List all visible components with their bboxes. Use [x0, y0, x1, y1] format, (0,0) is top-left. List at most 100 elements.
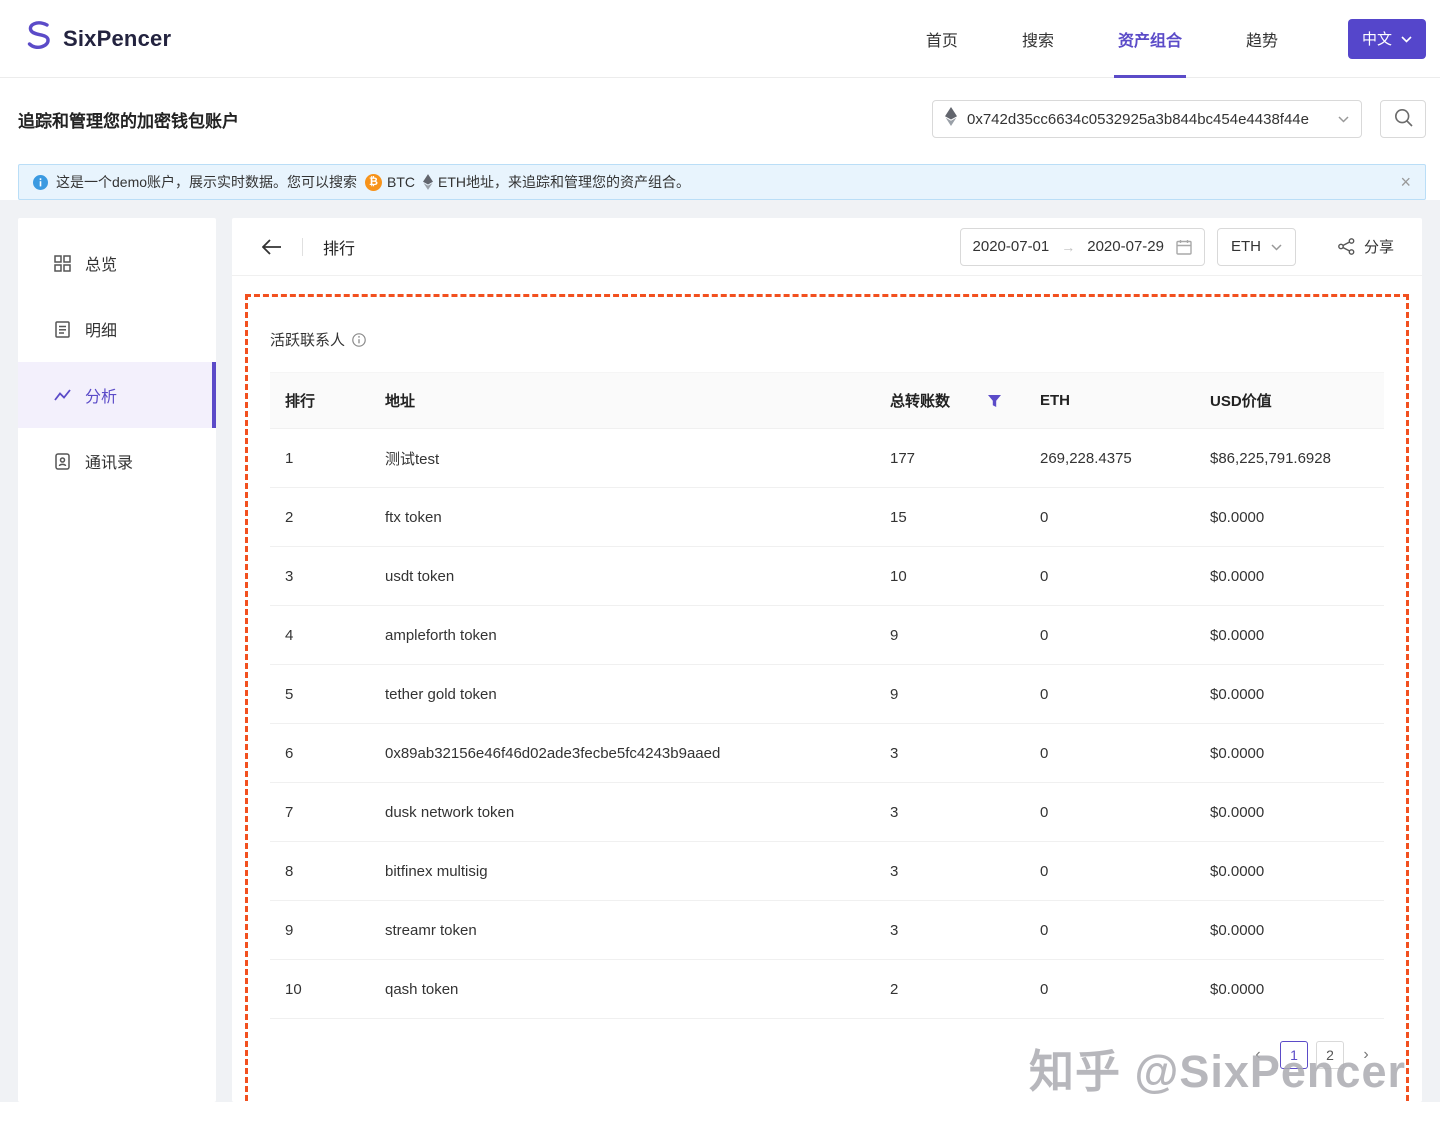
- demo-banner: 这是一个demo账户，展示实时数据。您可以搜索 ₿ BTC ETH地址，来追踪和…: [18, 164, 1426, 200]
- table-cell: 3: [875, 723, 1025, 783]
- header-eth: ETH: [1025, 372, 1195, 429]
- search-button[interactable]: [1380, 100, 1426, 138]
- pagination-page-1[interactable]: 1: [1280, 1041, 1308, 1069]
- info-icon: [33, 174, 48, 190]
- top-navbar: SixPencer 首页 搜索 资产组合 趋势 中文: [0, 0, 1440, 78]
- table-row: 2 ftx token 15 0 $0.0000: [270, 487, 1384, 547]
- table-cell: $0.0000: [1195, 664, 1384, 724]
- sidebar-item-overview[interactable]: 总览: [18, 230, 216, 296]
- banner-text: 这是一个demo账户，展示实时数据。您可以搜索: [56, 174, 358, 190]
- pagination-next-button[interactable]: ›: [1352, 1041, 1380, 1069]
- section-title: 活跃联系人: [270, 332, 346, 349]
- page-title: 追踪和管理您的加密钱包账户: [18, 111, 239, 131]
- table-cell: $0.0000: [1195, 487, 1384, 547]
- brand-name: SixPencer: [63, 25, 172, 51]
- table-cell: streamr token: [370, 900, 875, 960]
- sidebar-item-analysis[interactable]: 分析: [18, 362, 216, 428]
- section-title-row: 活跃联系人: [270, 329, 1384, 350]
- table-cell: tether gold token: [370, 664, 875, 724]
- back-button[interactable]: [262, 238, 282, 255]
- table-cell: 10: [875, 546, 1025, 606]
- sidebar-item-label: 通讯录: [85, 455, 134, 472]
- table-cell: ftx token: [370, 487, 875, 547]
- contacts-icon: [54, 452, 71, 470]
- table-cell: $86,225,791.6928: [1195, 428, 1384, 488]
- table-cell: 1: [270, 428, 370, 488]
- table-cell: 10: [270, 959, 370, 1019]
- table-cell: 5: [270, 664, 370, 724]
- table-cell: 0: [1025, 959, 1195, 1019]
- table-cell: 0: [1025, 841, 1195, 901]
- header-rank: 排行: [270, 372, 370, 429]
- table-row: 8 bitfinex multisig 3 0 $0.0000: [270, 841, 1384, 901]
- search-icon: [1394, 108, 1413, 130]
- table-row: 3 usdt token 10 0 $0.0000: [270, 546, 1384, 606]
- btc-icon: ₿: [365, 173, 383, 191]
- contacts-table-body: 1 测试test 177 269,228.4375 $86,225,791.6928 2 f…: [270, 428, 1384, 1019]
- info-circle-icon[interactable]: [352, 332, 366, 347]
- table-cell: 2: [875, 959, 1025, 1019]
- chevron-down-icon: [1338, 110, 1349, 128]
- date-to[interactable]: 2020-07-29: [1087, 238, 1164, 255]
- table-cell: $0.0000: [1195, 546, 1384, 606]
- btc-label: BTC: [387, 174, 416, 190]
- grid-icon: [54, 254, 71, 272]
- divider: [302, 237, 303, 256]
- share-label: 分享: [1363, 239, 1394, 256]
- eth-icon: [945, 107, 957, 131]
- sidebar-item-label: 分析: [85, 389, 118, 406]
- content-card: 排行 2020-07-01 → 2020-07-29 ETH 分享 活跃联系人 …: [232, 218, 1422, 1102]
- share-button[interactable]: 分享: [1338, 236, 1394, 257]
- main-area: 总览 明细 分析 通讯录 排行 2020-07-01 → 2020-07-29 …: [0, 200, 1440, 1102]
- table-cell: 177: [875, 428, 1025, 488]
- close-icon[interactable]: ×: [1400, 173, 1411, 191]
- table-cell: dusk network token: [370, 782, 875, 842]
- wallet-address-select[interactable]: 0x742d35cc6634c0532925a3b844bc454e4438f4…: [932, 100, 1362, 138]
- chevron-down-icon: [1271, 238, 1282, 255]
- table-cell: 7: [270, 782, 370, 842]
- brand-logo[interactable]: SixPencer: [24, 19, 171, 58]
- nav-item-search[interactable]: 搜索: [1022, 0, 1054, 78]
- table-cell: 3: [875, 841, 1025, 901]
- pagination: ‹ 1 2 ›: [270, 1041, 1384, 1069]
- header-transfers: 总转账数: [875, 372, 1025, 429]
- table-row: 1 测试test 177 269,228.4375 $86,225,791.6928: [270, 428, 1384, 488]
- date-from[interactable]: 2020-07-01: [973, 238, 1050, 255]
- header-address: 地址: [370, 372, 875, 429]
- pagination-page-2[interactable]: 2: [1316, 1041, 1344, 1069]
- table-cell: 6: [270, 723, 370, 783]
- nav-item-trends[interactable]: 趋势: [1246, 0, 1278, 78]
- sidebar-item-contacts[interactable]: 通讯录: [18, 428, 216, 494]
- table-cell: 269,228.4375: [1025, 428, 1195, 488]
- table-cell: 3: [270, 546, 370, 606]
- filter-icon[interactable]: [988, 394, 1001, 407]
- table-cell: 0: [1025, 546, 1195, 606]
- currency-select[interactable]: ETH: [1216, 227, 1296, 266]
- sidebar: 总览 明细 分析 通讯录: [18, 218, 216, 1102]
- table-cell: 8: [270, 841, 370, 901]
- line-chart-icon: [54, 387, 71, 404]
- eth-icon: [423, 174, 434, 190]
- table-cell: 15: [875, 487, 1025, 547]
- date-range-picker[interactable]: 2020-07-01 → 2020-07-29: [959, 227, 1205, 266]
- nav-menu: 首页 搜索 资产组合 趋势: [926, 0, 1278, 78]
- sidebar-item-label: 总览: [85, 257, 118, 274]
- language-label: 中文: [1361, 31, 1392, 48]
- nav-item-portfolio[interactable]: 资产组合: [1113, 0, 1186, 78]
- table-cell: 9: [875, 605, 1025, 665]
- language-button[interactable]: 中文: [1347, 18, 1426, 59]
- table-row: 6 0x89ab32156e46f46d02ade3fecbe5fc4243b9a…: [270, 723, 1384, 783]
- eth-label: ETH地址，来追踪和管理您的资产组合。: [438, 174, 691, 190]
- table-cell: $0.0000: [1195, 959, 1384, 1019]
- pagination-prev-button[interactable]: ‹: [1244, 1041, 1272, 1069]
- sixpencer-logo-icon: [24, 19, 54, 58]
- nav-item-home[interactable]: 首页: [926, 0, 958, 78]
- table-cell: 3: [875, 900, 1025, 960]
- sidebar-item-details[interactable]: 明细: [18, 296, 216, 362]
- calendar-icon: [1176, 239, 1192, 255]
- table-cell: 0: [1025, 782, 1195, 842]
- table-cell: usdt token: [370, 546, 875, 606]
- table-cell: bitfinex multisig: [370, 841, 875, 901]
- active-contacts-table: 排行 地址 总转账数 ETH USD价值 1 测试test 177 269,22…: [270, 372, 1384, 1019]
- table-row: 9 streamr token 3 0 $0.0000: [270, 900, 1384, 960]
